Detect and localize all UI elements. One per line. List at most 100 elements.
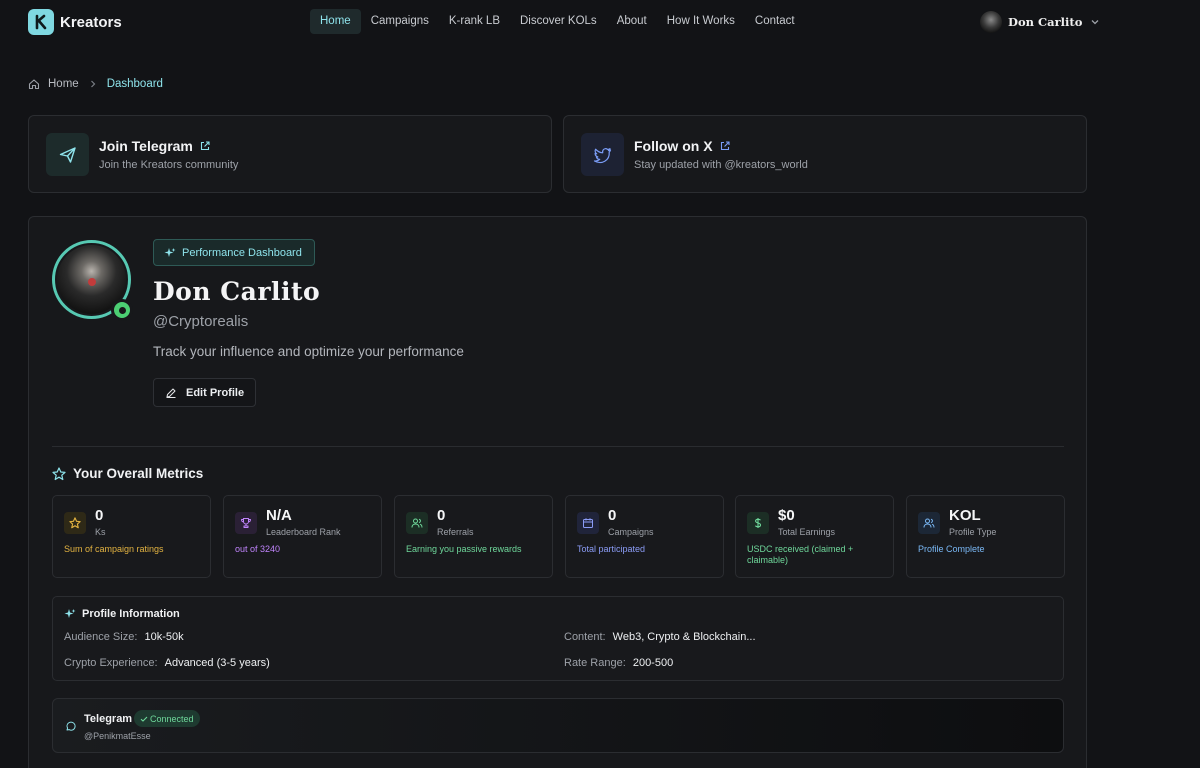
brand-name: Kreators	[60, 13, 122, 31]
rate-range-row: Rate Range: 200-500	[564, 657, 673, 669]
main-nav: Home Campaigns K-rank LB Discover KOLs A…	[310, 9, 805, 34]
metric-value: 0	[437, 507, 446, 524]
metric-value: $0	[778, 507, 795, 524]
external-link-icon	[200, 141, 210, 151]
breadcrumb-current: Dashboard	[106, 78, 163, 90]
nav-item-home[interactable]: Home	[310, 9, 361, 34]
metric-card-leaderboard-rank: N/A Leaderboard Rank out of 3240	[223, 495, 382, 578]
audience-size-value: 10k-50k	[144, 631, 184, 643]
pencil-icon	[166, 388, 176, 398]
nav-item-k-rank-lb[interactable]: K-rank LB	[439, 9, 510, 34]
status-dot-inner	[118, 306, 126, 314]
user-icon	[923, 518, 935, 528]
content-value: Web3, Crypto & Blockchain...	[612, 631, 756, 643]
dollar-icon	[754, 518, 762, 528]
metric-icon-box	[577, 512, 599, 534]
crypto-experience-label: Crypto Experience:	[64, 657, 158, 669]
profile-handle: @Cryptorealis	[153, 313, 249, 330]
follow-x-title: Follow on X	[634, 138, 731, 154]
star-icon	[69, 517, 81, 529]
calendar-icon	[583, 518, 593, 528]
crypto-experience-row: Crypto Experience: Advanced (3-5 years)	[64, 657, 270, 669]
metric-icon-box	[406, 512, 428, 534]
follow-x-card[interactable]: Follow on X Stay updated with @kreators_…	[563, 115, 1087, 193]
audience-size-label: Audience Size:	[64, 631, 138, 643]
nav-item-discover-kols[interactable]: Discover KOLs	[510, 9, 607, 34]
nav-item-about[interactable]: About	[607, 9, 657, 34]
connected-badge: Connected	[134, 710, 200, 727]
breadcrumb-home[interactable]: Home	[48, 78, 79, 90]
metrics-heading-label: Your Overall Metrics	[73, 466, 204, 481]
performance-dashboard-badge: Performance Dashboard	[153, 239, 315, 266]
metric-value: 0	[95, 507, 104, 524]
join-telegram-subtitle: Join the Kreators community	[99, 159, 239, 171]
metric-card-referrals: 0 Referrals Earning you passive rewards	[394, 495, 553, 578]
k-logo-icon	[35, 14, 47, 30]
check-icon	[140, 716, 148, 722]
performance-badge-label: Performance Dashboard	[182, 246, 302, 259]
follow-x-label: Follow on X	[634, 138, 713, 154]
metrics-heading: Your Overall Metrics	[52, 466, 203, 481]
metric-label: Profile Type	[949, 527, 997, 537]
metric-card-ks: 0 Ks Sum of campaign ratings	[52, 495, 211, 578]
twitter-bird-icon	[593, 147, 611, 163]
trophy-icon	[241, 518, 251, 528]
rate-range-value: 200-500	[632, 657, 674, 669]
nav-item-how-it-works[interactable]: How It Works	[657, 9, 745, 34]
metric-note: Sum of campaign ratings	[64, 544, 164, 554]
profile-information-card: Profile Information Audience Size: 10k-5…	[52, 596, 1064, 681]
metric-label: Ks	[95, 527, 106, 537]
edit-profile-label: Edit Profile	[186, 386, 245, 399]
follow-x-subtitle: Stay updated with @kreators_world	[634, 159, 808, 171]
nav-item-campaigns[interactable]: Campaigns	[361, 9, 439, 34]
sparkles-icon	[164, 247, 176, 257]
nav-item-contact[interactable]: Contact	[745, 9, 805, 34]
telegram-connection-card: Telegram Connected @PenikmatEsse	[52, 698, 1064, 753]
metric-label: Referrals	[437, 527, 474, 537]
home-icon	[28, 79, 40, 90]
audience-size-row: Audience Size: 10k-50k	[64, 631, 184, 643]
metric-label: Leaderboard Rank	[266, 527, 341, 537]
breadcrumb: Home Dashboard	[28, 78, 163, 90]
sparkles-icon	[64, 609, 76, 618]
logo-mark	[28, 9, 54, 35]
chevron-down-icon	[1091, 20, 1099, 25]
profile-name: Don Carlito	[153, 277, 321, 306]
metric-icon-box	[918, 512, 940, 534]
join-telegram-label: Join Telegram	[99, 138, 193, 154]
dashboard-card: Performance Dashboard Don Carlito @Crypt…	[28, 216, 1087, 768]
metric-value: 0	[608, 507, 617, 524]
chevron-right-icon	[90, 80, 96, 88]
metric-note: Total participated	[577, 544, 646, 554]
edit-profile-button[interactable]: Edit Profile	[153, 378, 257, 407]
join-telegram-card[interactable]: Join Telegram Join the Kreators communit…	[28, 115, 552, 193]
user-name: Don Carlito	[1008, 15, 1083, 29]
profile-information-label: Profile Information	[82, 608, 180, 620]
content-label: Content:	[564, 631, 606, 643]
metric-note: USDC received (claimed + claimable)	[747, 544, 854, 565]
profile-tagline: Track your influence and optimize your p…	[153, 344, 464, 359]
user-avatar	[980, 11, 1002, 33]
users-icon	[411, 518, 423, 528]
metric-icon-box	[747, 512, 769, 534]
metric-note: Earning you passive rewards	[406, 544, 522, 554]
top-navigation-bar: Kreators Home Campaigns K-rank LB Discov…	[0, 0, 1200, 44]
metric-card-campaigns: 0 Campaigns Total participated	[565, 495, 724, 578]
telegram-icon-box	[46, 133, 89, 176]
telegram-handle: @PenikmatEsse	[84, 731, 151, 741]
metric-value: KOL	[949, 507, 981, 524]
external-link-icon	[720, 141, 730, 151]
metric-note: Profile Complete	[918, 544, 985, 554]
metric-note: out of 3240	[235, 544, 281, 554]
metric-icon-box	[64, 512, 86, 534]
section-divider	[52, 446, 1064, 447]
user-menu[interactable]: Don Carlito	[980, 11, 1102, 33]
connected-label: Connected	[150, 713, 194, 724]
content-row: Content: Web3, Crypto & Blockchain...	[564, 631, 756, 643]
star-outline-icon	[52, 466, 66, 480]
brand-logo[interactable]: Kreators	[28, 9, 122, 35]
metric-label: Campaigns	[608, 527, 654, 537]
message-circle-icon	[66, 721, 76, 731]
metric-card-total-earnings: $0 Total Earnings USDC received (claimed…	[735, 495, 894, 578]
join-telegram-title: Join Telegram	[99, 138, 211, 154]
